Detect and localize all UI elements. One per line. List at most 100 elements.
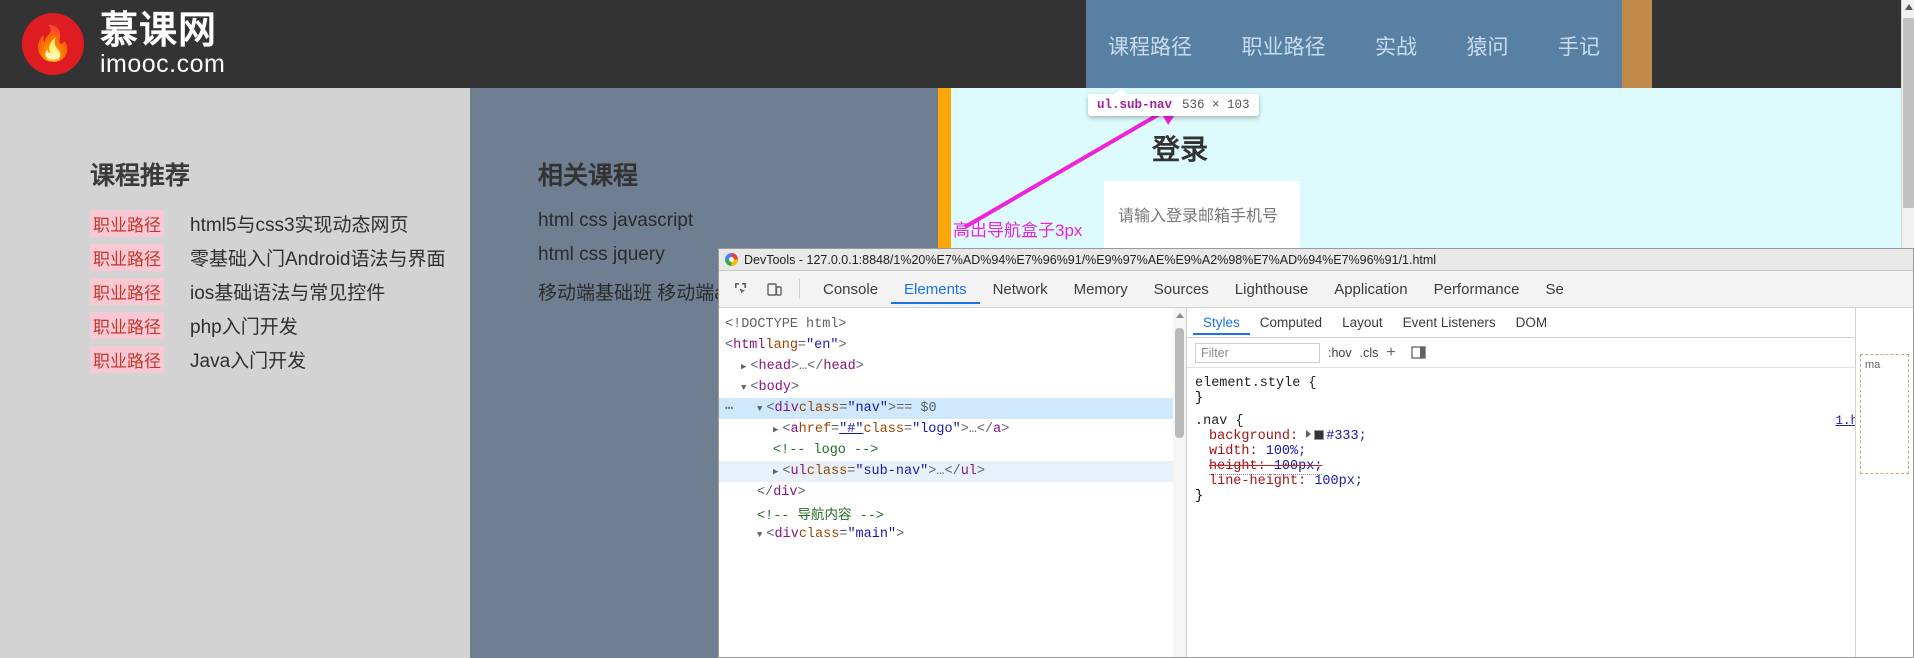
new-style-rule-button[interactable]: + bbox=[1386, 344, 1395, 362]
chevron-right-icon[interactable]: ▶ bbox=[741, 362, 746, 372]
dom-tree-line[interactable]: <!DOCTYPE html> bbox=[719, 314, 1186, 335]
course-name[interactable]: php入门开发 bbox=[190, 312, 298, 339]
course-tag[interactable]: 职业路径 bbox=[90, 244, 164, 271]
css-property-value[interactable]: #333; bbox=[1326, 429, 1367, 444]
sub-nav-item-2[interactable]: 实战 bbox=[1369, 31, 1423, 61]
dom-tree-line[interactable]: <!-- logo --> bbox=[719, 440, 1186, 461]
course-row[interactable]: 职业路径 Java入门开发 bbox=[90, 346, 306, 373]
inspect-element-icon[interactable] bbox=[725, 275, 755, 303]
dom-tree-line[interactable]: ⋯ ▼ < div class = "nav" > == $0 bbox=[719, 398, 1186, 419]
css-declaration[interactable]: line-height: 100px; bbox=[1195, 474, 1913, 489]
dom-token-punct: >…</ bbox=[928, 464, 961, 479]
sub-nav[interactable]: 课程路径 职业路径 实战 猿问 手记 bbox=[1086, 0, 1622, 91]
course-tag[interactable]: 职业路径 bbox=[90, 278, 164, 305]
dom-token-punct: < bbox=[782, 464, 791, 479]
devtools-tab-memory[interactable]: Memory bbox=[1061, 275, 1141, 304]
sub-nav-item-4[interactable]: 手记 bbox=[1552, 31, 1606, 61]
css-rule[interactable]: .nav {1.html:26background: #333;width: 1… bbox=[1195, 414, 1913, 504]
css-property-name[interactable]: height: bbox=[1209, 459, 1274, 475]
course-name[interactable]: 零基础入门Android语法与界面 bbox=[190, 244, 446, 271]
sub-nav-item-0[interactable]: 课程路径 bbox=[1102, 31, 1198, 61]
css-property-name[interactable]: background: bbox=[1209, 429, 1306, 444]
course-row[interactable]: 职业路径 php入门开发 bbox=[90, 312, 298, 339]
dom-token-punct: = bbox=[839, 401, 848, 416]
course-tag[interactable]: 职业路径 bbox=[90, 312, 164, 339]
dom-tree-line[interactable]: ▶ < head >…</head > bbox=[719, 356, 1186, 377]
cls-toggle[interactable]: .cls bbox=[1360, 346, 1379, 360]
dom-token-punct: > bbox=[838, 338, 847, 353]
chevron-down-icon[interactable]: ▼ bbox=[741, 383, 746, 393]
dom-tree-line[interactable]: ▼ < div class = "main" > bbox=[719, 524, 1186, 545]
more-options-icon[interactable]: ⋯ bbox=[725, 400, 733, 417]
chevron-down-icon[interactable]: ▼ bbox=[757, 404, 762, 414]
css-declaration[interactable]: width: 100%; bbox=[1195, 444, 1913, 459]
course-row[interactable]: 职业路径 html5与css3实现动态网页 bbox=[90, 210, 409, 237]
css-rule[interactable]: element.style {} bbox=[1195, 376, 1913, 406]
dom-tree-line[interactable]: ▶ < a href = "#" class = "logo" >…</a > bbox=[719, 419, 1186, 440]
styles-tab-styles[interactable]: Styles bbox=[1193, 310, 1250, 335]
styles-tab-computed[interactable]: Computed bbox=[1250, 310, 1332, 335]
computed-sidebar-icon[interactable] bbox=[1404, 339, 1434, 367]
devtools-tab-lighthouse[interactable]: Lighthouse bbox=[1222, 275, 1321, 304]
elements-dom-tree[interactable]: <!DOCTYPE html> < html lang = "en" > ▶ < head >…<… bbox=[719, 308, 1186, 657]
dom-tree-line[interactable]: </div > bbox=[719, 482, 1186, 503]
sub-nav-item-1[interactable]: 职业路径 bbox=[1236, 31, 1332, 61]
dom-token-punct: </ bbox=[757, 485, 774, 500]
styles-filter-input[interactable]: Filter bbox=[1195, 342, 1320, 363]
related-course-row[interactable]: html css jquery bbox=[538, 244, 665, 266]
styles-tab-dom[interactable]: DOM bbox=[1506, 310, 1558, 335]
devtools-tab-application[interactable]: Application bbox=[1321, 275, 1420, 304]
styles-tab-event-listeners[interactable]: Event Listeners bbox=[1393, 310, 1506, 335]
devtools-tab-console[interactable]: Console bbox=[810, 275, 891, 304]
course-tag[interactable]: 职业路径 bbox=[90, 346, 164, 373]
page-scrollbar-thumb[interactable] bbox=[1903, 18, 1914, 208]
css-declaration[interactable]: background: #333; bbox=[1195, 429, 1913, 444]
dom-token-tag: div bbox=[774, 401, 799, 416]
devtools-tab-performance[interactable]: Performance bbox=[1421, 275, 1533, 304]
css-rules-list[interactable]: element.style {}.nav {1.html:26backgroun… bbox=[1187, 368, 1913, 504]
css-property-value[interactable]: 100px; bbox=[1314, 474, 1363, 489]
course-name[interactable]: Java入门开发 bbox=[190, 346, 306, 373]
css-property-name[interactable]: line-height: bbox=[1209, 474, 1314, 489]
related-course-title: 相关课程 bbox=[538, 162, 639, 190]
dom-scrollbar-thumb[interactable] bbox=[1175, 328, 1184, 438]
course-tag[interactable]: 职业路径 bbox=[90, 210, 164, 237]
devtools-tab-sources[interactable]: Sources bbox=[1141, 275, 1222, 304]
dom-tree-scrollbar[interactable] bbox=[1173, 308, 1186, 657]
css-declaration[interactable]: height: 100px; bbox=[1195, 459, 1913, 475]
devtools-titlebar: DevTools - 127.0.0.1:8848/1%20%E7%AD%94%… bbox=[719, 249, 1913, 271]
expand-triangle-icon[interactable] bbox=[1306, 430, 1312, 438]
course-row[interactable]: 职业路径 ios基础语法与常见控件 bbox=[90, 278, 385, 305]
css-property-value[interactable]: 100%; bbox=[1266, 444, 1307, 459]
hov-toggle[interactable]: :hov bbox=[1328, 346, 1352, 360]
course-name[interactable]: ios基础语法与常见控件 bbox=[190, 278, 385, 305]
sub-nav-item-3[interactable]: 猿问 bbox=[1461, 31, 1515, 61]
css-property-name[interactable]: width: bbox=[1209, 444, 1266, 459]
related-course-row[interactable]: html css javascript bbox=[538, 210, 693, 232]
dom-token-punct: < bbox=[750, 380, 759, 395]
css-rule-close: } bbox=[1195, 489, 1204, 504]
dom-tree-line[interactable]: < html lang = "en" > bbox=[719, 335, 1186, 356]
chevron-down-icon[interactable]: ▼ bbox=[757, 530, 762, 540]
toggle-device-toolbar-icon[interactable] bbox=[759, 275, 789, 303]
dom-token-tag: ul bbox=[790, 464, 807, 479]
chevron-right-icon[interactable]: ▶ bbox=[773, 467, 778, 477]
devtools-tab-se[interactable]: Se bbox=[1532, 275, 1576, 304]
chevron-right-icon[interactable]: ▶ bbox=[773, 425, 778, 435]
devtools-tab-elements[interactable]: Elements bbox=[891, 275, 980, 304]
site-logo[interactable]: 🔥 慕课网 imooc.com bbox=[22, 12, 225, 77]
devtools-tab-network[interactable]: Network bbox=[980, 275, 1061, 304]
dom-scroll-up-icon[interactable] bbox=[1176, 313, 1184, 318]
css-selector[interactable]: .nav { bbox=[1195, 414, 1244, 429]
scroll-up-arrow-icon[interactable] bbox=[1905, 4, 1913, 10]
course-name[interactable]: html5与css3实现动态网页 bbox=[190, 210, 409, 237]
color-swatch[interactable] bbox=[1314, 430, 1325, 440]
dom-token-punct: > bbox=[887, 401, 897, 416]
dom-tree-line[interactable]: <!-- 导航内容 --> bbox=[719, 503, 1186, 524]
styles-tab-layout[interactable]: Layout bbox=[1332, 310, 1393, 335]
dom-tree-line[interactable]: ▶ < ul class = "sub-nav" >…</ul > bbox=[719, 461, 1186, 482]
css-selector[interactable]: element.style { bbox=[1195, 376, 1317, 391]
css-property-value[interactable]: 100px; bbox=[1273, 459, 1323, 475]
dom-tree-line[interactable]: ▼ < body > bbox=[719, 377, 1186, 398]
course-row[interactable]: 职业路径 零基础入门Android语法与界面 bbox=[90, 244, 446, 271]
